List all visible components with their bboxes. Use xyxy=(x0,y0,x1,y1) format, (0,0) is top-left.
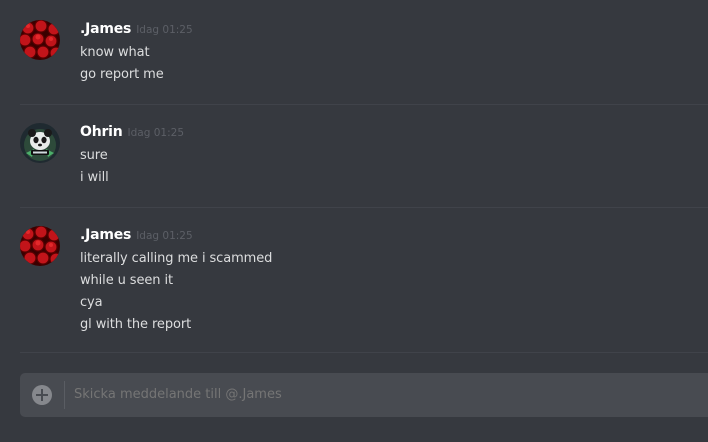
red-hexagon-avatar-icon xyxy=(20,226,60,266)
message-author[interactable]: .James Idag 01:25 xyxy=(80,227,193,243)
chat-window: .James Idag 01:25 know what go report me xyxy=(0,0,708,442)
message-divider xyxy=(20,104,708,105)
message-divider xyxy=(20,352,708,353)
author-name[interactable]: .James xyxy=(80,21,131,37)
message-text: i will xyxy=(80,170,109,185)
message-divider xyxy=(20,207,708,208)
message-text: literally calling me i scammed xyxy=(80,251,273,266)
message-text: sure xyxy=(80,148,108,163)
composer-divider xyxy=(64,381,65,409)
message-input[interactable] xyxy=(74,373,708,417)
message-author[interactable]: .James Idag 01:25 xyxy=(80,21,193,37)
plus-circle-icon[interactable] xyxy=(32,385,52,405)
message-text: while u seen it xyxy=(80,273,173,288)
message-text: go report me xyxy=(80,67,164,82)
message-timestamp: Idag 01:25 xyxy=(127,127,185,139)
message-author[interactable]: Ohrin Idag 01:25 xyxy=(80,124,184,140)
author-name[interactable]: .James xyxy=(80,227,131,243)
author-name[interactable]: Ohrin xyxy=(80,124,123,140)
message-text: gl with the report xyxy=(80,317,192,332)
message-text: know what xyxy=(80,45,150,60)
user-avatar[interactable] xyxy=(20,123,60,163)
message-text: cya xyxy=(80,295,103,310)
user-avatar[interactable] xyxy=(20,226,60,266)
message-timestamp: Idag 01:25 xyxy=(136,24,193,36)
red-hexagon-avatar-icon xyxy=(20,20,60,60)
user-avatar[interactable] xyxy=(20,20,60,60)
message-timestamp: Idag 01:25 xyxy=(136,230,193,242)
message-composer xyxy=(20,373,708,417)
panda-avatar-icon xyxy=(20,123,60,163)
